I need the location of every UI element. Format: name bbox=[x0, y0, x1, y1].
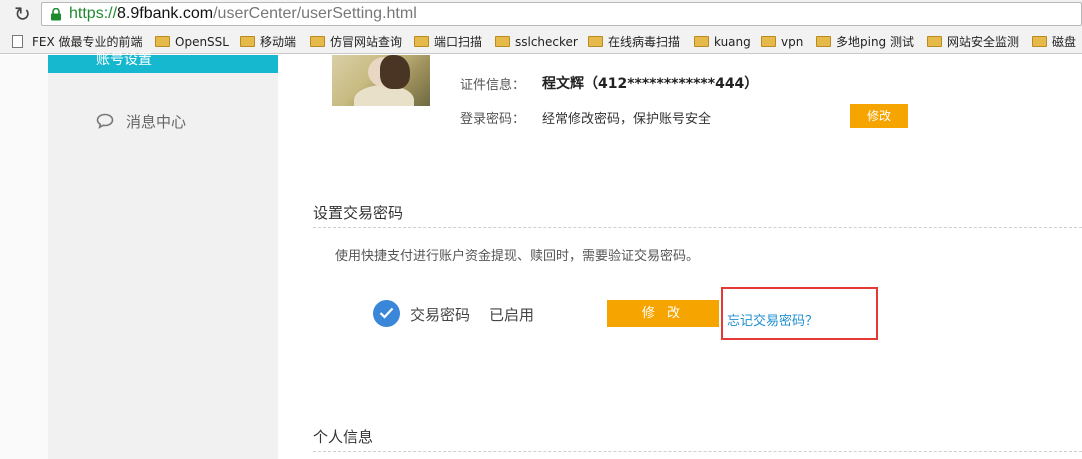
url-host: 8.9fbank.com bbox=[117, 5, 214, 22]
url-field[interactable]: https://8.9fbank.com/userCenter/userSett… bbox=[41, 2, 1082, 26]
bookmark-site-security[interactable]: 网站安全监测 bbox=[927, 32, 1027, 52]
folder-icon bbox=[240, 36, 255, 47]
section-divider bbox=[313, 451, 1082, 452]
folder-icon bbox=[761, 36, 776, 47]
bookmark-disk[interactable]: 磁盘 bbox=[1032, 32, 1082, 52]
main-content: 证件信息： 程文辉（412************444） 登录密码： 经常修改… bbox=[278, 55, 1082, 459]
page-content: 账号设置 消息中心 证件信息： 程文辉（412************444） … bbox=[0, 52, 1082, 459]
folder-icon bbox=[588, 36, 603, 47]
bookmark-label: 多地ping 测试 bbox=[836, 35, 914, 49]
bookmark-openssl[interactable]: OpenSSL bbox=[155, 32, 235, 52]
bookmarks-bar: FEX 做最专业的前端 OpenSSL 移动端 仿冒网站查询 端口扫描 sslc… bbox=[0, 30, 1082, 54]
edit-login-password-button[interactable]: 修改 bbox=[850, 104, 908, 128]
bookmark-port-scan[interactable]: 端口扫描 bbox=[414, 32, 489, 52]
avatar bbox=[332, 55, 430, 106]
section-divider bbox=[313, 227, 1082, 228]
check-icon bbox=[373, 300, 400, 327]
folder-icon bbox=[310, 36, 325, 47]
page-icon bbox=[12, 35, 23, 48]
folder-icon bbox=[1032, 36, 1047, 47]
folder-icon bbox=[414, 36, 429, 47]
avatar-hair bbox=[380, 55, 410, 89]
bookmark-mobile[interactable]: 移动端 bbox=[240, 32, 305, 52]
url-text: https://8.9fbank.com/userCenter/userSett… bbox=[69, 4, 417, 24]
trade-password-status: 已启用 bbox=[489, 306, 535, 324]
bookmark-vpn[interactable]: vpn bbox=[761, 32, 809, 52]
bookmark-label: 磁盘 bbox=[1052, 35, 1077, 49]
login-password-hint: 经常修改密码，保护账号安全 bbox=[542, 112, 712, 127]
folder-icon bbox=[495, 36, 510, 47]
bookmark-label: 移动端 bbox=[260, 35, 297, 49]
bookmark-label: sslchecker bbox=[515, 35, 578, 49]
personal-info-title: 个人信息 bbox=[313, 428, 374, 446]
sidebar-item-label: 账号设置 bbox=[96, 52, 152, 68]
forgot-trade-password-link[interactable]: 忘记交易密码？ bbox=[727, 310, 818, 329]
bookmark-sslchecker[interactable]: sslchecker bbox=[495, 32, 580, 52]
avatar-dress bbox=[354, 85, 414, 106]
bookmark-virus-scan[interactable]: 在线病毒扫描 bbox=[588, 32, 688, 52]
bookmark-label: vpn bbox=[781, 35, 804, 49]
url-path: /userCenter/userSetting.html bbox=[213, 5, 417, 22]
sidebar-item-label: 消息中心 bbox=[126, 113, 187, 131]
reload-icon[interactable]: ↻ bbox=[14, 3, 31, 25]
bookmark-label: 仿冒网站查询 bbox=[330, 35, 403, 49]
bookmark-ping-test[interactable]: 多地ping 测试 bbox=[816, 32, 920, 52]
folder-icon bbox=[694, 36, 709, 47]
trade-password-description: 使用快捷支付进行账户资金提现、赎回时，需要验证交易密码。 bbox=[335, 249, 700, 264]
edit-trade-password-button[interactable]: 修 改 bbox=[607, 300, 719, 327]
bookmark-label: 端口扫描 bbox=[434, 35, 483, 49]
bookmark-kuang[interactable]: kuang bbox=[694, 32, 754, 52]
bookmark-phishing-query[interactable]: 仿冒网站查询 bbox=[310, 32, 410, 52]
sidebar-item-messages[interactable]: 消息中心 bbox=[96, 110, 246, 132]
folder-icon bbox=[816, 36, 831, 47]
id-info-label: 证件信息： bbox=[460, 78, 526, 93]
browser-address-bar: ↻ https://8.9fbank.com/userCenter/userSe… bbox=[0, 0, 1082, 30]
url-scheme: https:// bbox=[69, 5, 118, 22]
id-info-value: 程文辉（412************444） bbox=[542, 76, 759, 92]
trade-password-label: 交易密码 bbox=[410, 306, 471, 324]
bookmark-label: OpenSSL bbox=[175, 35, 229, 49]
checkmark-icon bbox=[379, 307, 394, 319]
trade-password-title: 设置交易密码 bbox=[313, 204, 404, 222]
bookmark-label: kuang bbox=[714, 35, 751, 49]
page-gutter bbox=[0, 55, 48, 459]
bookmark-label: 网站安全监测 bbox=[947, 35, 1020, 49]
folder-icon bbox=[155, 36, 170, 47]
sidebar-item-account-settings[interactable]: 账号设置 bbox=[48, 52, 278, 73]
message-bubble-icon bbox=[96, 113, 114, 129]
bookmark-label: 在线病毒扫描 bbox=[608, 35, 681, 49]
sidebar: 账号设置 消息中心 bbox=[48, 52, 278, 459]
folder-icon bbox=[927, 36, 942, 47]
login-password-label: 登录密码： bbox=[460, 112, 526, 127]
lock-icon bbox=[51, 8, 61, 21]
